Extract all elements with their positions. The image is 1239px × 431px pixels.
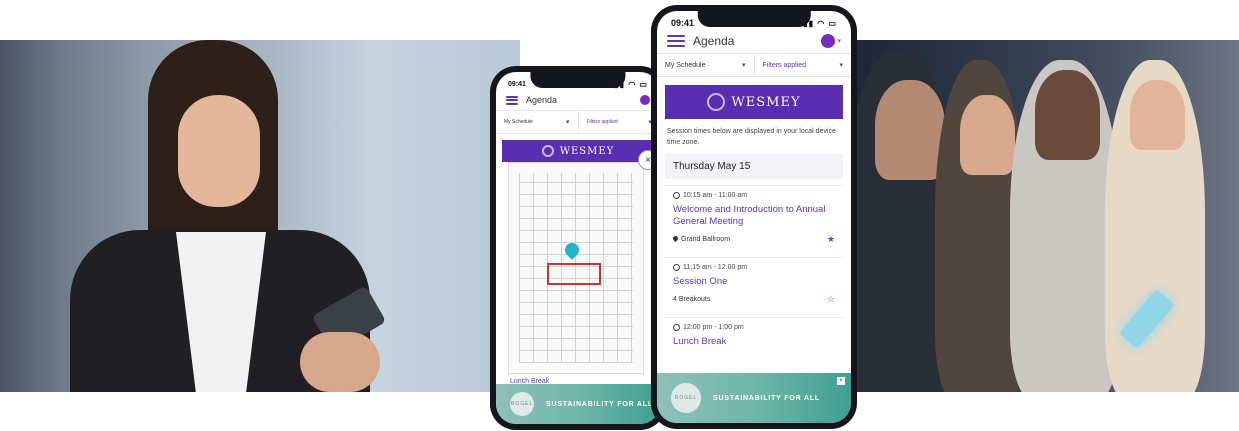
chevron-down-icon: ▾ bbox=[741, 62, 746, 69]
session-time: 11:15 am - 12:00 pm bbox=[673, 263, 835, 271]
filters-label: Filters applied bbox=[586, 119, 618, 125]
ad-text: SUSTAINABILITY FOR ALL bbox=[546, 400, 653, 408]
person-face bbox=[178, 95, 260, 207]
filters-dropdown[interactable]: Filters applied ▾ bbox=[577, 111, 661, 133]
sponsor-banner[interactable]: WESMEY bbox=[665, 85, 843, 119]
banner-brand: WESMEY bbox=[559, 145, 615, 157]
session-title[interactable]: Welcome and Introduction to Annual Gener… bbox=[673, 204, 835, 228]
session-title[interactable]: Session One bbox=[673, 276, 835, 288]
ad-logo: ROGEL bbox=[671, 383, 701, 413]
hero-photo-right bbox=[835, 40, 1239, 392]
person-man-face bbox=[875, 80, 945, 180]
session-title[interactable]: Lunch Break bbox=[673, 336, 835, 348]
session-time-text: 11:15 am - 12:00 pm bbox=[683, 263, 748, 271]
session-location-text: Grand Ballroom bbox=[681, 235, 731, 243]
ad-banner[interactable]: ROGEL SUSTAINABILITY FOR ALL bbox=[496, 384, 660, 424]
filter-bar: My Schedule ▾ Filters applied ▾ bbox=[496, 110, 660, 134]
app-bar: Agenda ▾ bbox=[657, 29, 851, 53]
schedule-label: My Schedule bbox=[665, 61, 706, 69]
session-location: 4 Breakouts ☆ bbox=[673, 294, 835, 305]
schedule-dropdown[interactable]: My Schedule ▾ bbox=[657, 54, 754, 76]
brand-logo-icon bbox=[541, 145, 554, 157]
sponsor-banner[interactable]: WESMEY bbox=[502, 140, 654, 162]
person-hand bbox=[300, 332, 380, 392]
phone-notch bbox=[697, 11, 811, 27]
person-woman-face bbox=[960, 95, 1015, 175]
session-time: 12:00 pm - 1:00 pm bbox=[673, 323, 835, 331]
chevron-down-icon: ▾ bbox=[565, 119, 570, 126]
venue-map[interactable] bbox=[508, 162, 644, 374]
clock-icon bbox=[673, 323, 680, 331]
status-time: 09:41 bbox=[671, 18, 695, 28]
schedule-label: My Schedule bbox=[504, 119, 533, 125]
session-time: 10:15 am - 11:00 am bbox=[673, 192, 835, 199]
session-item[interactable]: 12:00 pm - 1:00 pm Lunch Break bbox=[665, 316, 843, 354]
schedule-dropdown[interactable]: My Schedule ▾ bbox=[496, 111, 578, 133]
ad-banner[interactable]: ROGEL SUSTAINABILITY FOR ALL × bbox=[657, 373, 851, 423]
close-icon[interactable]: × bbox=[837, 377, 845, 385]
hamburger-icon[interactable] bbox=[506, 95, 518, 105]
status-time: 09:41 bbox=[508, 80, 526, 88]
session-time-text: 12:00 pm - 1:00 pm bbox=[683, 323, 744, 331]
chevron-down-icon: ▾ bbox=[839, 62, 843, 69]
phone-front: 09:41 ▮▮ ◠ ▭ Agenda ▾ My Schedule ▾ Filt… bbox=[651, 5, 857, 429]
phone-back: 09:41 ▮▮ ◠ ▭ Agenda My Schedule ▾ Filter… bbox=[490, 66, 666, 430]
hamburger-icon[interactable] bbox=[667, 35, 685, 47]
clock-icon bbox=[673, 263, 680, 271]
clock-icon bbox=[673, 192, 680, 199]
session-time-text: 10:15 am - 11:00 am bbox=[683, 192, 748, 199]
star-outline-icon[interactable]: ☆ bbox=[827, 294, 835, 305]
room-highlight bbox=[547, 263, 601, 285]
filters-dropdown[interactable]: Filters applied ▾ bbox=[753, 54, 852, 76]
filters-label: Filters applied bbox=[762, 61, 807, 69]
session-item[interactable]: 11:15 am - 12:00 pm Session One 4 Breako… bbox=[665, 256, 843, 311]
star-icon[interactable]: ★ bbox=[827, 234, 835, 245]
app-title: Agenda bbox=[526, 95, 558, 105]
date-heading: Thursday May 15 bbox=[665, 154, 843, 179]
session-location-text: 4 Breakouts bbox=[673, 295, 711, 303]
app-title: Agenda bbox=[693, 34, 735, 48]
filter-bar: My Schedule ▾ Filters applied ▾ bbox=[657, 53, 851, 77]
person-older-man-face bbox=[1035, 70, 1100, 160]
brand-logo-icon bbox=[707, 93, 726, 111]
map-pin-icon bbox=[671, 234, 680, 242]
user-avatar[interactable] bbox=[821, 34, 836, 48]
session-location: Grand Ballroom ★ bbox=[671, 234, 835, 245]
ad-text: SUSTAINABILITY FOR ALL bbox=[713, 394, 820, 402]
hero-photo-left bbox=[0, 40, 520, 392]
banner-brand: WESMEY bbox=[731, 94, 801, 110]
person-blonde-face bbox=[1130, 80, 1185, 150]
user-avatar[interactable] bbox=[640, 95, 650, 105]
phone-notch bbox=[530, 72, 626, 88]
phone-back-screen: 09:41 ▮▮ ◠ ▭ Agenda My Schedule ▾ Filter… bbox=[496, 72, 660, 424]
chevron-down-icon[interactable]: ▾ bbox=[837, 37, 841, 45]
app-bar: Agenda bbox=[496, 90, 660, 110]
timezone-note: Session times below are displayed in you… bbox=[667, 128, 836, 146]
phone-front-screen: 09:41 ▮▮ ◠ ▭ Agenda ▾ My Schedule ▾ Filt… bbox=[657, 11, 851, 423]
session-item[interactable]: 10:15 am - 11:00 am Welcome and Introduc… bbox=[665, 185, 843, 251]
ad-logo: ROGEL bbox=[510, 392, 534, 416]
